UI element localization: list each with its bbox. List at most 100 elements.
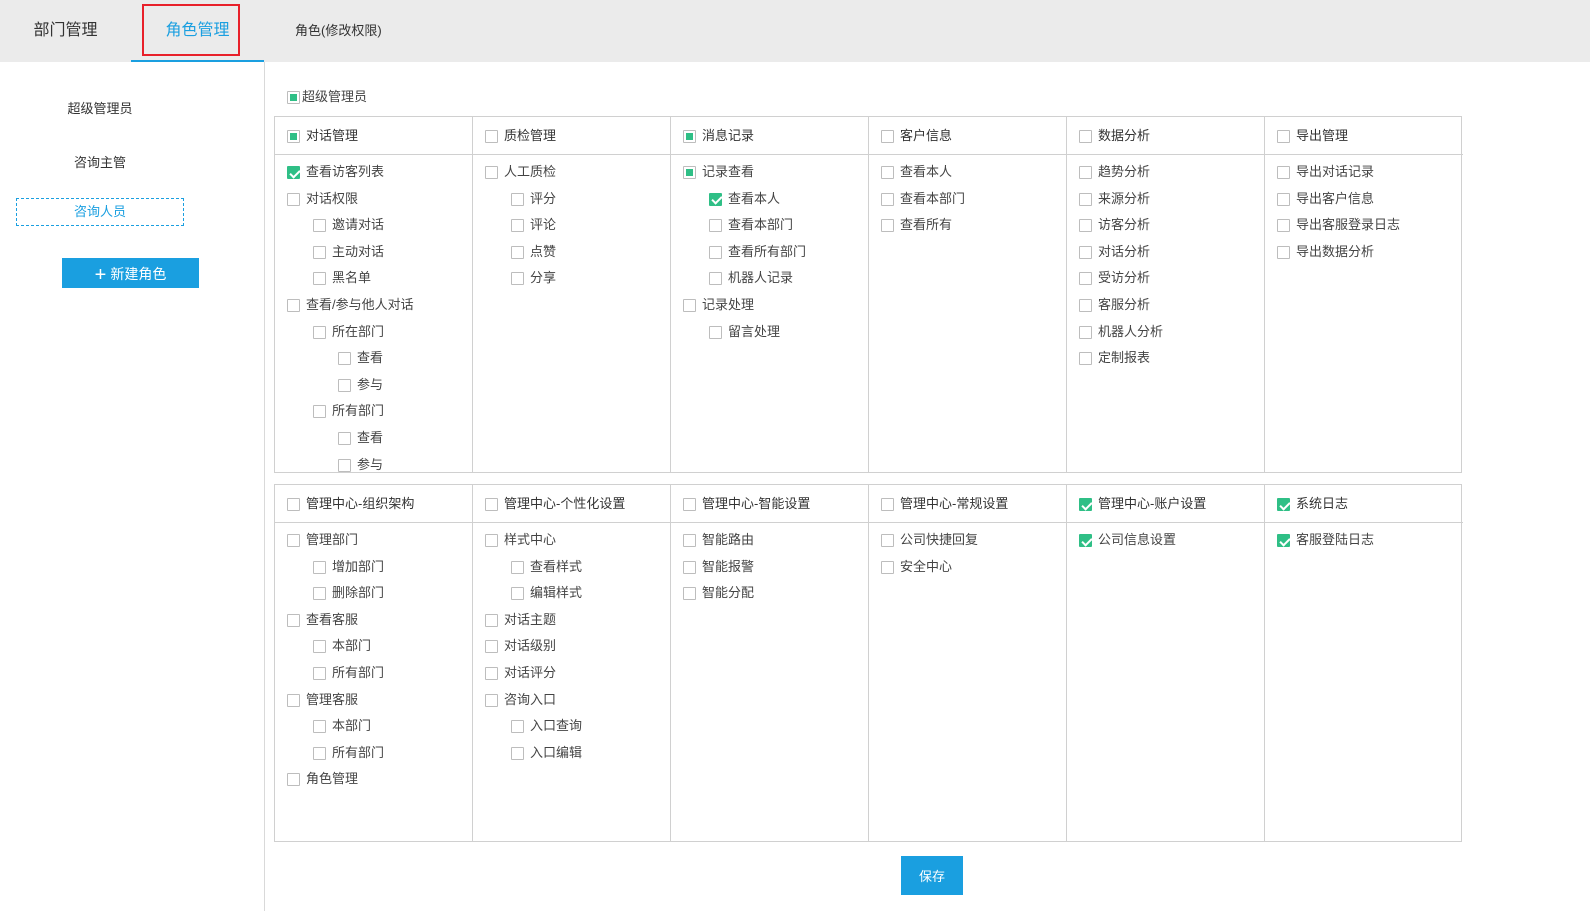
permission-checkbox[interactable] — [313, 640, 326, 654]
super-admin-toggle[interactable]: 超级管理员 — [287, 86, 367, 105]
permission-item[interactable]: 查看 — [275, 345, 472, 372]
permission-item[interactable]: 所有部门 — [275, 660, 472, 687]
tab-department-management[interactable]: 部门管理 — [0, 0, 131, 62]
permission-checkbox[interactable] — [1277, 166, 1290, 180]
permission-item[interactable]: 客服登陆日志 — [1265, 527, 1463, 554]
permission-item[interactable]: 评分 — [473, 186, 670, 213]
permission-checkbox[interactable] — [511, 746, 524, 760]
permission-group-header[interactable]: 质检管理 — [473, 117, 670, 155]
group-checkbox[interactable] — [287, 498, 300, 512]
permission-group-header[interactable]: 数据分析 — [1067, 117, 1264, 155]
permission-group-header[interactable]: 管理中心-组织架构 — [275, 485, 472, 523]
permission-checkbox[interactable] — [881, 534, 894, 548]
permission-item[interactable]: 对话权限 — [275, 186, 472, 213]
permission-checkbox[interactable] — [338, 458, 351, 472]
permission-group-header[interactable]: 管理中心-智能设置 — [671, 485, 868, 523]
permission-checkbox[interactable] — [683, 587, 696, 601]
permission-item[interactable]: 导出对话记录 — [1265, 159, 1463, 186]
permission-item[interactable]: 本部门 — [275, 633, 472, 660]
permission-checkbox[interactable] — [313, 219, 326, 233]
sidebar-role-consult-supervisor[interactable]: 咨询主管 — [16, 150, 184, 176]
permission-item[interactable]: 查看本人 — [671, 186, 868, 213]
group-checkbox[interactable] — [1079, 130, 1092, 144]
permission-item[interactable]: 查看样式 — [473, 554, 670, 581]
permission-checkbox[interactable] — [485, 534, 498, 548]
permission-checkbox[interactable] — [511, 272, 524, 286]
permission-item[interactable]: 评论 — [473, 212, 670, 239]
permission-checkbox[interactable] — [485, 613, 498, 627]
permission-checkbox[interactable] — [485, 166, 498, 180]
permission-item[interactable]: 对话主题 — [473, 607, 670, 634]
permission-checkbox[interactable] — [287, 613, 300, 627]
permission-item[interactable]: 公司信息设置 — [1067, 527, 1264, 554]
permission-item[interactable]: 智能分配 — [671, 580, 868, 607]
permission-item[interactable]: 受访分析 — [1067, 265, 1264, 292]
permission-item[interactable]: 编辑样式 — [473, 580, 670, 607]
group-checkbox[interactable] — [1277, 130, 1290, 144]
permission-item[interactable]: 导出客服登录日志 — [1265, 212, 1463, 239]
permission-item[interactable]: 导出数据分析 — [1265, 239, 1463, 266]
permission-item[interactable]: 管理部门 — [275, 527, 472, 554]
group-checkbox[interactable] — [287, 130, 300, 144]
permission-checkbox[interactable] — [313, 325, 326, 339]
permission-item[interactable]: 咨询入口 — [473, 687, 670, 714]
permission-item[interactable]: 所在部门 — [275, 319, 472, 346]
group-checkbox[interactable] — [1277, 498, 1290, 512]
permission-item[interactable]: 查看本部门 — [671, 212, 868, 239]
permission-checkbox[interactable] — [683, 560, 696, 574]
permission-checkbox[interactable] — [881, 192, 894, 206]
permission-checkbox[interactable] — [338, 432, 351, 445]
permission-group-header[interactable]: 管理中心-个性化设置 — [473, 485, 670, 523]
permission-item[interactable]: 样式中心 — [473, 527, 670, 554]
permission-checkbox[interactable] — [1079, 534, 1092, 548]
permission-item[interactable]: 安全中心 — [869, 554, 1066, 581]
permission-group-header[interactable]: 管理中心-账户设置 — [1067, 485, 1264, 523]
permission-checkbox[interactable] — [287, 192, 300, 206]
permission-item[interactable]: 查看客服 — [275, 607, 472, 634]
permission-item[interactable]: 所有部门 — [275, 398, 472, 425]
permission-item[interactable]: 机器人分析 — [1067, 319, 1264, 346]
permission-checkbox[interactable] — [709, 325, 722, 339]
permission-checkbox[interactable] — [683, 166, 696, 180]
permission-checkbox[interactable] — [313, 587, 326, 601]
permission-checkbox[interactable] — [1277, 219, 1290, 233]
permission-item[interactable]: 角色管理 — [275, 766, 472, 793]
permission-group-header[interactable]: 管理中心-常规设置 — [869, 485, 1066, 523]
group-checkbox[interactable] — [881, 130, 894, 144]
permission-checkbox[interactable] — [287, 773, 300, 787]
permission-item[interactable]: 查看所有部门 — [671, 239, 868, 266]
permission-item[interactable]: 智能报警 — [671, 554, 868, 581]
permission-checkbox[interactable] — [511, 245, 524, 259]
permission-group-header[interactable]: 导出管理 — [1265, 117, 1463, 155]
permission-item[interactable]: 公司快捷回复 — [869, 527, 1066, 554]
permission-checkbox[interactable] — [313, 560, 326, 574]
permission-checkbox[interactable] — [511, 587, 524, 601]
tab-role-management[interactable]: 角色管理 — [131, 0, 264, 62]
group-checkbox[interactable] — [683, 130, 696, 144]
super-admin-checkbox[interactable] — [287, 91, 300, 105]
permission-checkbox[interactable] — [287, 534, 300, 548]
permission-item[interactable]: 访客分析 — [1067, 212, 1264, 239]
group-checkbox[interactable] — [485, 498, 498, 512]
permission-checkbox[interactable] — [1079, 272, 1092, 286]
sidebar-role-consultant[interactable]: 咨询人员 — [16, 198, 184, 226]
permission-item[interactable]: 参与 — [275, 372, 472, 399]
permission-item[interactable]: 分享 — [473, 265, 670, 292]
permission-checkbox[interactable] — [1079, 299, 1092, 313]
permission-item[interactable]: 定制报表 — [1067, 345, 1264, 372]
permission-item[interactable]: 客服分析 — [1067, 292, 1264, 319]
permission-item[interactable]: 记录处理 — [671, 292, 868, 319]
permission-checkbox[interactable] — [338, 352, 351, 366]
permission-item[interactable]: 查看本部门 — [869, 186, 1066, 213]
sidebar-role-super-admin[interactable]: 超级管理员 — [16, 96, 184, 122]
permission-checkbox[interactable] — [511, 720, 524, 734]
permission-item[interactable]: 人工质检 — [473, 159, 670, 186]
permission-checkbox[interactable] — [881, 166, 894, 180]
permission-item[interactable]: 入口编辑 — [473, 740, 670, 767]
permission-item[interactable]: 机器人记录 — [671, 265, 868, 292]
permission-item[interactable]: 对话评分 — [473, 660, 670, 687]
permission-item[interactable]: 查看本人 — [869, 159, 1066, 186]
permission-checkbox[interactable] — [1079, 192, 1092, 206]
permission-checkbox[interactable] — [1079, 245, 1092, 259]
permission-checkbox[interactable] — [1277, 192, 1290, 206]
